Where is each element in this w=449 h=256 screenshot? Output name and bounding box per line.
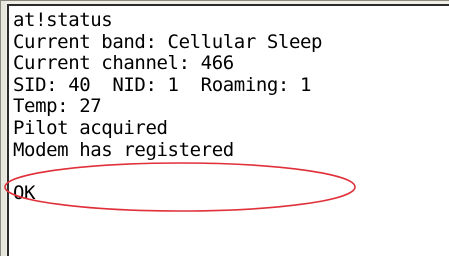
status-line-temp: Temp: 27 [13,95,102,118]
status-line-registered: Modem has registered [13,138,234,161]
status-line-band: Current band: Cellular Sleep [13,30,323,53]
terminal-output-area[interactable]: at!status Current band: Cellular Sleep C… [7,4,449,256]
window-frame-left [1,1,6,256]
command-line: at!status [13,9,113,31]
status-line-sid-nid-roaming: SID: 40 NID: 1 Roaming: 1 [13,73,312,96]
result-line-ok: OK [13,181,36,204]
terminal-lines: at!status Current band: Cellular Sleep C… [13,9,323,204]
status-line-channel: Current channel: 466 [13,52,234,75]
status-line-pilot: Pilot acquired [13,116,168,139]
window-border-top [0,0,449,1]
terminal-window: at!status Current band: Cellular Sleep C… [0,0,449,256]
